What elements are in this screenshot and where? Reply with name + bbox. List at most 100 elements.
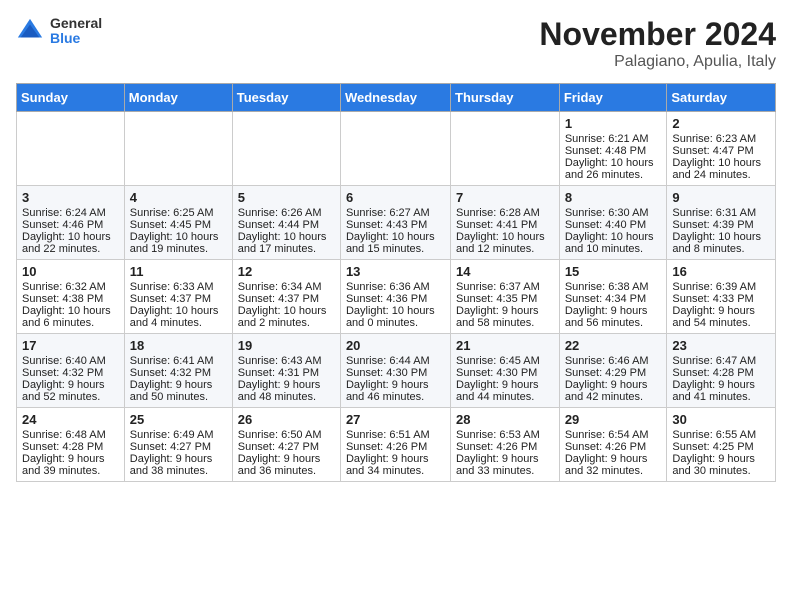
day-info: Daylight: 10 hours and 10 minutes.: [565, 231, 662, 255]
logo-general: General: [50, 16, 102, 31]
day-info: Daylight: 10 hours and 26 minutes.: [565, 157, 662, 181]
day-info: Sunrise: 6:51 AM: [346, 429, 445, 441]
day-info: Sunset: 4:34 PM: [565, 293, 662, 305]
calendar-cell: 19Sunrise: 6:43 AMSunset: 4:31 PMDayligh…: [232, 334, 340, 408]
day-info: Daylight: 9 hours and 39 minutes.: [22, 453, 119, 477]
day-info: Sunset: 4:44 PM: [238, 219, 335, 231]
calendar-cell: 21Sunrise: 6:45 AMSunset: 4:30 PMDayligh…: [451, 334, 560, 408]
calendar-cell: 4Sunrise: 6:25 AMSunset: 4:45 PMDaylight…: [124, 186, 232, 260]
day-info: Sunset: 4:31 PM: [238, 367, 335, 379]
calendar-cell: 14Sunrise: 6:37 AMSunset: 4:35 PMDayligh…: [451, 260, 560, 334]
calendar-cell: 20Sunrise: 6:44 AMSunset: 4:30 PMDayligh…: [340, 334, 450, 408]
header-day-tuesday: Tuesday: [232, 84, 340, 112]
page-header: General Blue November 2024 Palagiano, Ap…: [16, 16, 776, 71]
week-row: 10Sunrise: 6:32 AMSunset: 4:38 PMDayligh…: [17, 260, 776, 334]
day-info: Daylight: 9 hours and 48 minutes.: [238, 379, 335, 403]
day-info: Daylight: 9 hours and 30 minutes.: [672, 453, 770, 477]
day-number: 8: [565, 190, 662, 205]
location: Palagiano, Apulia, Italy: [539, 53, 776, 71]
day-info: Sunrise: 6:41 AM: [130, 355, 227, 367]
header-day-thursday: Thursday: [451, 84, 560, 112]
logo-icon: [16, 17, 44, 45]
day-info: Sunset: 4:37 PM: [238, 293, 335, 305]
calendar-cell: [232, 112, 340, 186]
day-info: Daylight: 9 hours and 54 minutes.: [672, 305, 770, 329]
day-number: 23: [672, 338, 770, 353]
day-info: Daylight: 10 hours and 4 minutes.: [130, 305, 227, 329]
calendar-cell: 7 Sunrise: 6:28 AMSunset: 4:41 PMDaylight…: [451, 186, 560, 260]
week-row: 1Sunrise: 6:21 AMSunset: 4:48 PMDaylight…: [17, 112, 776, 186]
day-info: Sunrise: 6:45 AM: [456, 355, 554, 367]
day-info: Sunset: 4:38 PM: [22, 293, 119, 305]
day-info: Sunset: 4:26 PM: [565, 441, 662, 453]
day-info: Daylight: 10 hours and 12 minutes.: [456, 231, 554, 255]
day-number: 28: [456, 412, 554, 427]
day-info: Sunrise: 6:33 AM: [130, 281, 227, 293]
day-info: Sunrise: 6:55 AM: [672, 429, 770, 441]
day-info: Daylight: 10 hours and 0 minutes.: [346, 305, 445, 329]
day-info: Sunrise: 6:28 AM: [456, 207, 554, 219]
day-info: Daylight: 9 hours and 38 minutes.: [130, 453, 227, 477]
day-info: Daylight: 9 hours and 52 minutes.: [22, 379, 119, 403]
day-number: 4: [130, 190, 227, 205]
day-info: Sunset: 4:28 PM: [22, 441, 119, 453]
day-info: Daylight: 10 hours and 24 minutes.: [672, 157, 770, 181]
calendar-cell: 24Sunrise: 6:48 AMSunset: 4:28 PMDayligh…: [17, 408, 125, 482]
calendar-table: SundayMondayTuesdayWednesdayThursdayFrid…: [16, 83, 776, 482]
header-day-wednesday: Wednesday: [340, 84, 450, 112]
calendar-cell: [124, 112, 232, 186]
calendar-cell: 26Sunrise: 6:50 AMSunset: 4:27 PMDayligh…: [232, 408, 340, 482]
calendar-cell: 12Sunrise: 6:34 AMSunset: 4:37 PMDayligh…: [232, 260, 340, 334]
day-number: 10: [22, 264, 119, 279]
calendar-cell: 17Sunrise: 6:40 AMSunset: 4:32 PMDayligh…: [17, 334, 125, 408]
day-info: Sunrise: 6:38 AM: [565, 281, 662, 293]
calendar-cell: 22Sunrise: 6:46 AMSunset: 4:29 PMDayligh…: [559, 334, 667, 408]
day-info: Daylight: 10 hours and 6 minutes.: [22, 305, 119, 329]
day-info: Sunrise: 6:24 AM: [22, 207, 119, 219]
day-number: 9: [672, 190, 770, 205]
day-number: 15: [565, 264, 662, 279]
calendar-cell: 5Sunrise: 6:26 AMSunset: 4:44 PMDaylight…: [232, 186, 340, 260]
day-info: Daylight: 10 hours and 8 minutes.: [672, 231, 770, 255]
calendar-cell: 18Sunrise: 6:41 AMSunset: 4:32 PMDayligh…: [124, 334, 232, 408]
day-info: Sunrise: 6:40 AM: [22, 355, 119, 367]
day-info: Sunset: 4:41 PM: [456, 219, 554, 231]
day-info: Daylight: 10 hours and 17 minutes.: [238, 231, 335, 255]
day-info: Sunset: 4:30 PM: [456, 367, 554, 379]
day-info: Daylight: 9 hours and 34 minutes.: [346, 453, 445, 477]
calendar-cell: [17, 112, 125, 186]
header-day-saturday: Saturday: [667, 84, 776, 112]
day-info: Daylight: 9 hours and 33 minutes.: [456, 453, 554, 477]
header-day-sunday: Sunday: [17, 84, 125, 112]
logo-blue: Blue: [50, 31, 102, 46]
day-info: Daylight: 9 hours and 46 minutes.: [346, 379, 445, 403]
day-number: 26: [238, 412, 335, 427]
day-info: Daylight: 9 hours and 36 minutes.: [238, 453, 335, 477]
day-number: 7: [456, 190, 554, 205]
day-number: 20: [346, 338, 445, 353]
day-number: 11: [130, 264, 227, 279]
day-info: Daylight: 10 hours and 2 minutes.: [238, 305, 335, 329]
day-number: 3: [22, 190, 119, 205]
day-info: Sunrise: 6:53 AM: [456, 429, 554, 441]
day-info: Sunrise: 6:46 AM: [565, 355, 662, 367]
header-day-monday: Monday: [124, 84, 232, 112]
day-info: Sunrise: 6:27 AM: [346, 207, 445, 219]
calendar-cell: 11Sunrise: 6:33 AMSunset: 4:37 PMDayligh…: [124, 260, 232, 334]
calendar-cell: 27Sunrise: 6:51 AMSunset: 4:26 PMDayligh…: [340, 408, 450, 482]
day-number: 29: [565, 412, 662, 427]
calendar-cell: 3Sunrise: 6:24 AMSunset: 4:46 PMDaylight…: [17, 186, 125, 260]
day-info: Daylight: 10 hours and 22 minutes.: [22, 231, 119, 255]
calendar-cell: [451, 112, 560, 186]
day-info: Sunset: 4:27 PM: [238, 441, 335, 453]
day-info: Sunset: 4:45 PM: [130, 219, 227, 231]
day-number: 1: [565, 116, 662, 131]
day-info: Sunrise: 6:37 AM: [456, 281, 554, 293]
day-info: Daylight: 9 hours and 50 minutes.: [130, 379, 227, 403]
day-number: 16: [672, 264, 770, 279]
day-number: 13: [346, 264, 445, 279]
day-info: Sunrise: 6:36 AM: [346, 281, 445, 293]
calendar-cell: 15Sunrise: 6:38 AMSunset: 4:34 PMDayligh…: [559, 260, 667, 334]
day-info: Sunset: 4:25 PM: [672, 441, 770, 453]
day-info: Sunrise: 6:47 AM: [672, 355, 770, 367]
